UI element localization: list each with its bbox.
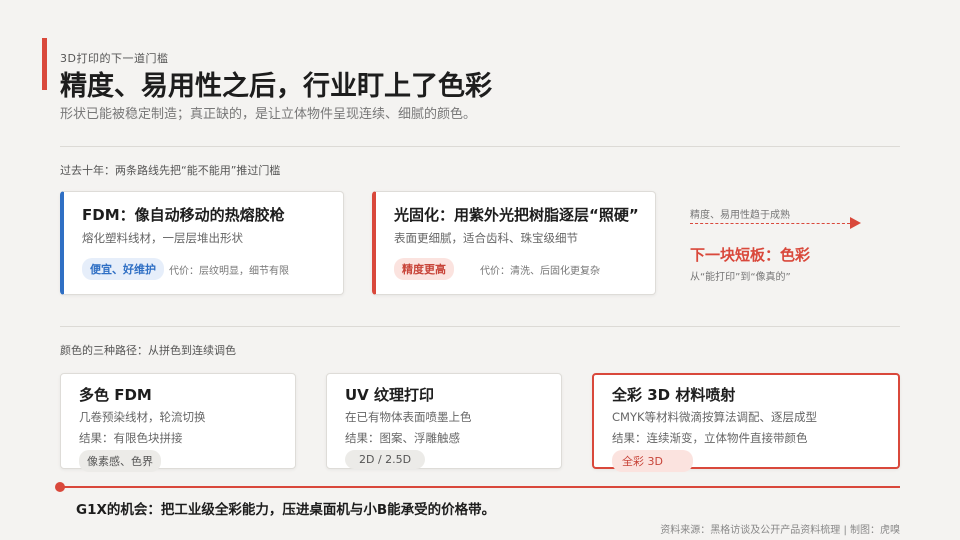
card-desc: 熔化塑料线材，一层层堆出形状 (82, 231, 243, 245)
next-gap-headline: 下一块短板：色彩 (690, 246, 811, 264)
timeline-dot (55, 482, 65, 492)
card-title: 多色 FDM (79, 386, 152, 404)
card-title: FDM：像自动移动的热熔胶枪 (82, 206, 285, 224)
card-tag: 像素感、色界 (79, 450, 161, 472)
section-label-past: 过去十年：两条路线先把“能不能用”推过门槛 (60, 164, 281, 177)
next-gap-sub: 从“能打印”到“像真的” (690, 272, 791, 283)
card-tag: 2D / 2.5D (345, 450, 426, 469)
card-desc: 几卷预染线材，轮流切换 (79, 410, 206, 424)
card-result: 结果：图案、浮雕触感 (345, 431, 460, 445)
page-subtitle: 形状已能被稳定制造；真正缺的，是让立体物件呈现连续、细腻的颜色。 (60, 107, 477, 122)
cost-note: 代价：清洗、后固化更复杂 (480, 266, 600, 277)
divider-top (60, 146, 900, 147)
card-result: 结果：有限色块拼接 (79, 431, 183, 445)
card-desc: CMYK等材料微滴按算法调配、逐层成型 (612, 410, 818, 424)
divider-middle (60, 326, 900, 327)
page-title: 精度、易用性之后，行业盯上了色彩 (60, 71, 492, 102)
source-footer: 资料来源：黑格访谈及公开产品资料梳理 | 制图：虎嗅 (660, 525, 900, 536)
cost-note: 代价：层纹明显，细节有限 (169, 266, 289, 277)
card-fdm: FDM：像自动移动的热熔胶枪 熔化塑料线材，一层层堆出形状 便宜、好维护 代价：… (60, 191, 344, 295)
card-fullcolor-3d: 全彩 3D 材料喷射 CMYK等材料微滴按算法调配、逐层成型 结果：连续渐变，立… (592, 373, 900, 472)
card-title: 全彩 3D 材料喷射 (612, 386, 736, 404)
card-uv-texture: UV 纹理打印 在已有物体表面喷墨上色 结果：图案、浮雕触感 2D / 2.5D (326, 373, 562, 469)
card-multicolor-fdm: 多色 FDM 几卷预染线材，轮流切换 结果：有限色块拼接 像素感、色界 (60, 373, 296, 472)
section-label-color: 颜色的三种路径：从拼色到连续调色 (60, 344, 236, 357)
advantage-tag: 便宜、好维护 (82, 258, 164, 280)
card-desc: 在已有物体表面喷墨上色 (345, 410, 472, 424)
trend-arrow-line (690, 223, 850, 224)
card-title: UV 纹理打印 (345, 386, 435, 404)
timeline-line (60, 486, 900, 488)
advantage-tag: 精度更高 (394, 258, 454, 280)
takeaway: G1X的机会：把工业级全彩能力，压进桌面机与小B能承受的价格带。 (76, 502, 496, 518)
card-tag: 全彩 3D (612, 450, 693, 472)
card-desc: 表面更细腻，适合齿科、珠宝级细节 (394, 231, 578, 245)
arrow-right-icon (850, 217, 861, 229)
card-result: 结果：连续渐变，立体物件直接带颜色 (612, 431, 808, 445)
title-accent-bar (42, 38, 47, 90)
maturity-note: 精度、易用性趋于成熟 (690, 210, 790, 221)
card-title: 光固化：用紫外光把树脂逐层“照硬” (394, 206, 639, 224)
card-resin: 光固化：用紫外光把树脂逐层“照硬” 表面更细腻，适合齿科、珠宝级细节 精度更高 … (372, 191, 656, 295)
